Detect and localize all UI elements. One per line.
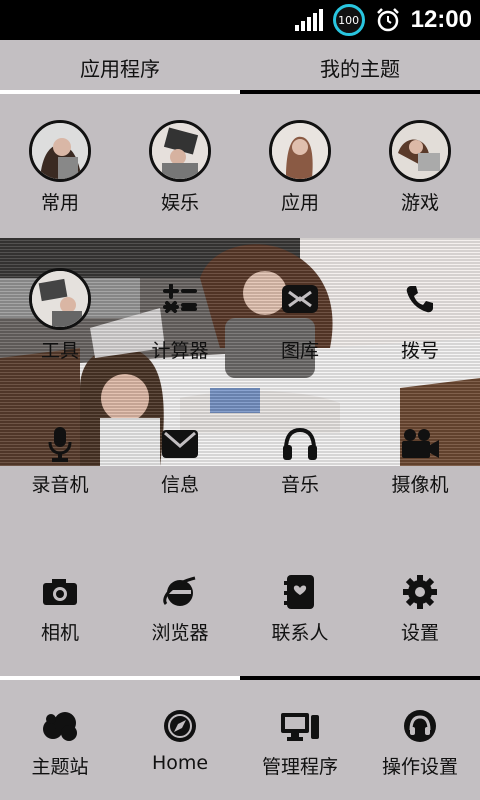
app-camcorder[interactable]: 摄像机 <box>360 424 480 497</box>
dock-home[interactable]: Home <box>120 706 240 779</box>
compass-icon <box>160 706 200 746</box>
app-browser[interactable]: 浏览器 <box>120 572 240 645</box>
tab-bar: 应用程序 我的主题 <box>0 40 480 94</box>
calculator-icon <box>160 279 200 319</box>
dock-label: 主题站 <box>31 756 89 778</box>
app-label: 设置 <box>400 622 439 644</box>
dock-theme-store[interactable]: 主题站 <box>0 706 120 779</box>
tab-indicator <box>0 90 240 94</box>
app-messages[interactable]: 信息 <box>120 424 240 497</box>
dock-operation-settings[interactable]: 操作设置 <box>360 706 480 779</box>
app-label: 联系人 <box>271 622 329 644</box>
gear-icon <box>400 572 440 612</box>
status-bar: 100 12:00 <box>0 0 480 40</box>
app-label: 工具 <box>40 340 79 362</box>
video-camera-icon <box>400 424 440 464</box>
tab-label: 我的主题 <box>320 56 400 81</box>
browser-icon <box>160 572 200 612</box>
tab-label: 应用程序 <box>80 56 160 81</box>
contacts-icon <box>280 572 320 612</box>
dock-divider-left <box>0 676 240 680</box>
dock-label: 管理程序 <box>261 756 338 778</box>
clock: 12:00 <box>410 6 472 33</box>
app-calculator[interactable]: 计算器 <box>120 268 240 363</box>
battery-indicator: 100 <box>332 4 365 36</box>
headphones-icon <box>280 424 320 464</box>
app-label: 相机 <box>40 622 79 644</box>
tab-apps[interactable]: 应用程序 <box>0 40 240 94</box>
app-label: 浏览器 <box>151 622 209 644</box>
photo-avatar-icon <box>149 120 211 182</box>
app-row-2: 录音机 信息 音乐 摄像机 <box>0 424 480 497</box>
category-row: 常用 娱乐 应用 游戏 <box>0 120 480 215</box>
cloud-icon <box>40 706 80 746</box>
category-entertainment[interactable]: 娱乐 <box>120 120 240 215</box>
dock-app-manager[interactable]: 管理程序 <box>240 706 360 779</box>
category-games[interactable]: 游戏 <box>360 120 480 215</box>
app-row-3: 相机 浏览器 联系人 设置 <box>0 572 480 645</box>
message-icon <box>160 424 200 464</box>
dock-label: 操作设置 <box>381 756 458 778</box>
app-label: 录音机 <box>31 474 89 496</box>
photo-avatar-icon <box>29 120 91 182</box>
app-contacts[interactable]: 联系人 <box>240 572 360 645</box>
category-label: 常用 <box>40 192 79 214</box>
signal-icon <box>294 9 323 31</box>
app-label: 摄像机 <box>391 474 449 496</box>
app-label: 拨号 <box>400 340 439 362</box>
dock-divider <box>0 676 480 680</box>
dock-divider-right <box>240 676 480 680</box>
dock-row: 主题站 Home 管理程序 操作设置 <box>0 706 480 779</box>
photo-avatar-icon <box>269 120 331 182</box>
alarm-clock-icon <box>376 8 399 32</box>
app-label: 音乐 <box>280 474 319 496</box>
tab-indicator <box>240 90 480 94</box>
photo-avatar-icon <box>389 120 451 182</box>
category-common[interactable]: 常用 <box>0 120 120 215</box>
app-music[interactable]: 音乐 <box>240 424 360 497</box>
monitor-icon <box>280 706 320 746</box>
camera-icon <box>40 572 80 612</box>
category-label: 游戏 <box>400 192 439 214</box>
app-label: 图库 <box>280 340 319 362</box>
app-gallery[interactable]: 图库 <box>240 268 360 363</box>
battery-level: 100 <box>338 13 360 27</box>
app-settings[interactable]: 设置 <box>360 572 480 645</box>
app-recorder[interactable]: 录音机 <box>0 424 120 497</box>
app-dialer[interactable]: 拨号 <box>360 268 480 363</box>
microphone-icon <box>40 424 80 464</box>
app-row-banner: 工具 计算器 图库 拨号 <box>0 268 480 363</box>
headset-icon <box>400 706 440 746</box>
photo-avatar-icon <box>29 268 91 330</box>
category-label: 娱乐 <box>160 192 199 214</box>
category-apps[interactable]: 应用 <box>240 120 360 215</box>
dock-label: Home <box>151 752 209 774</box>
app-label: 信息 <box>160 474 199 496</box>
tab-my-themes[interactable]: 我的主题 <box>240 40 480 94</box>
phone-icon <box>400 279 440 319</box>
app-camera[interactable]: 相机 <box>0 572 120 645</box>
gallery-icon <box>280 279 320 319</box>
category-label: 应用 <box>280 192 319 214</box>
app-tools[interactable]: 工具 <box>0 268 120 363</box>
app-label: 计算器 <box>151 340 209 362</box>
